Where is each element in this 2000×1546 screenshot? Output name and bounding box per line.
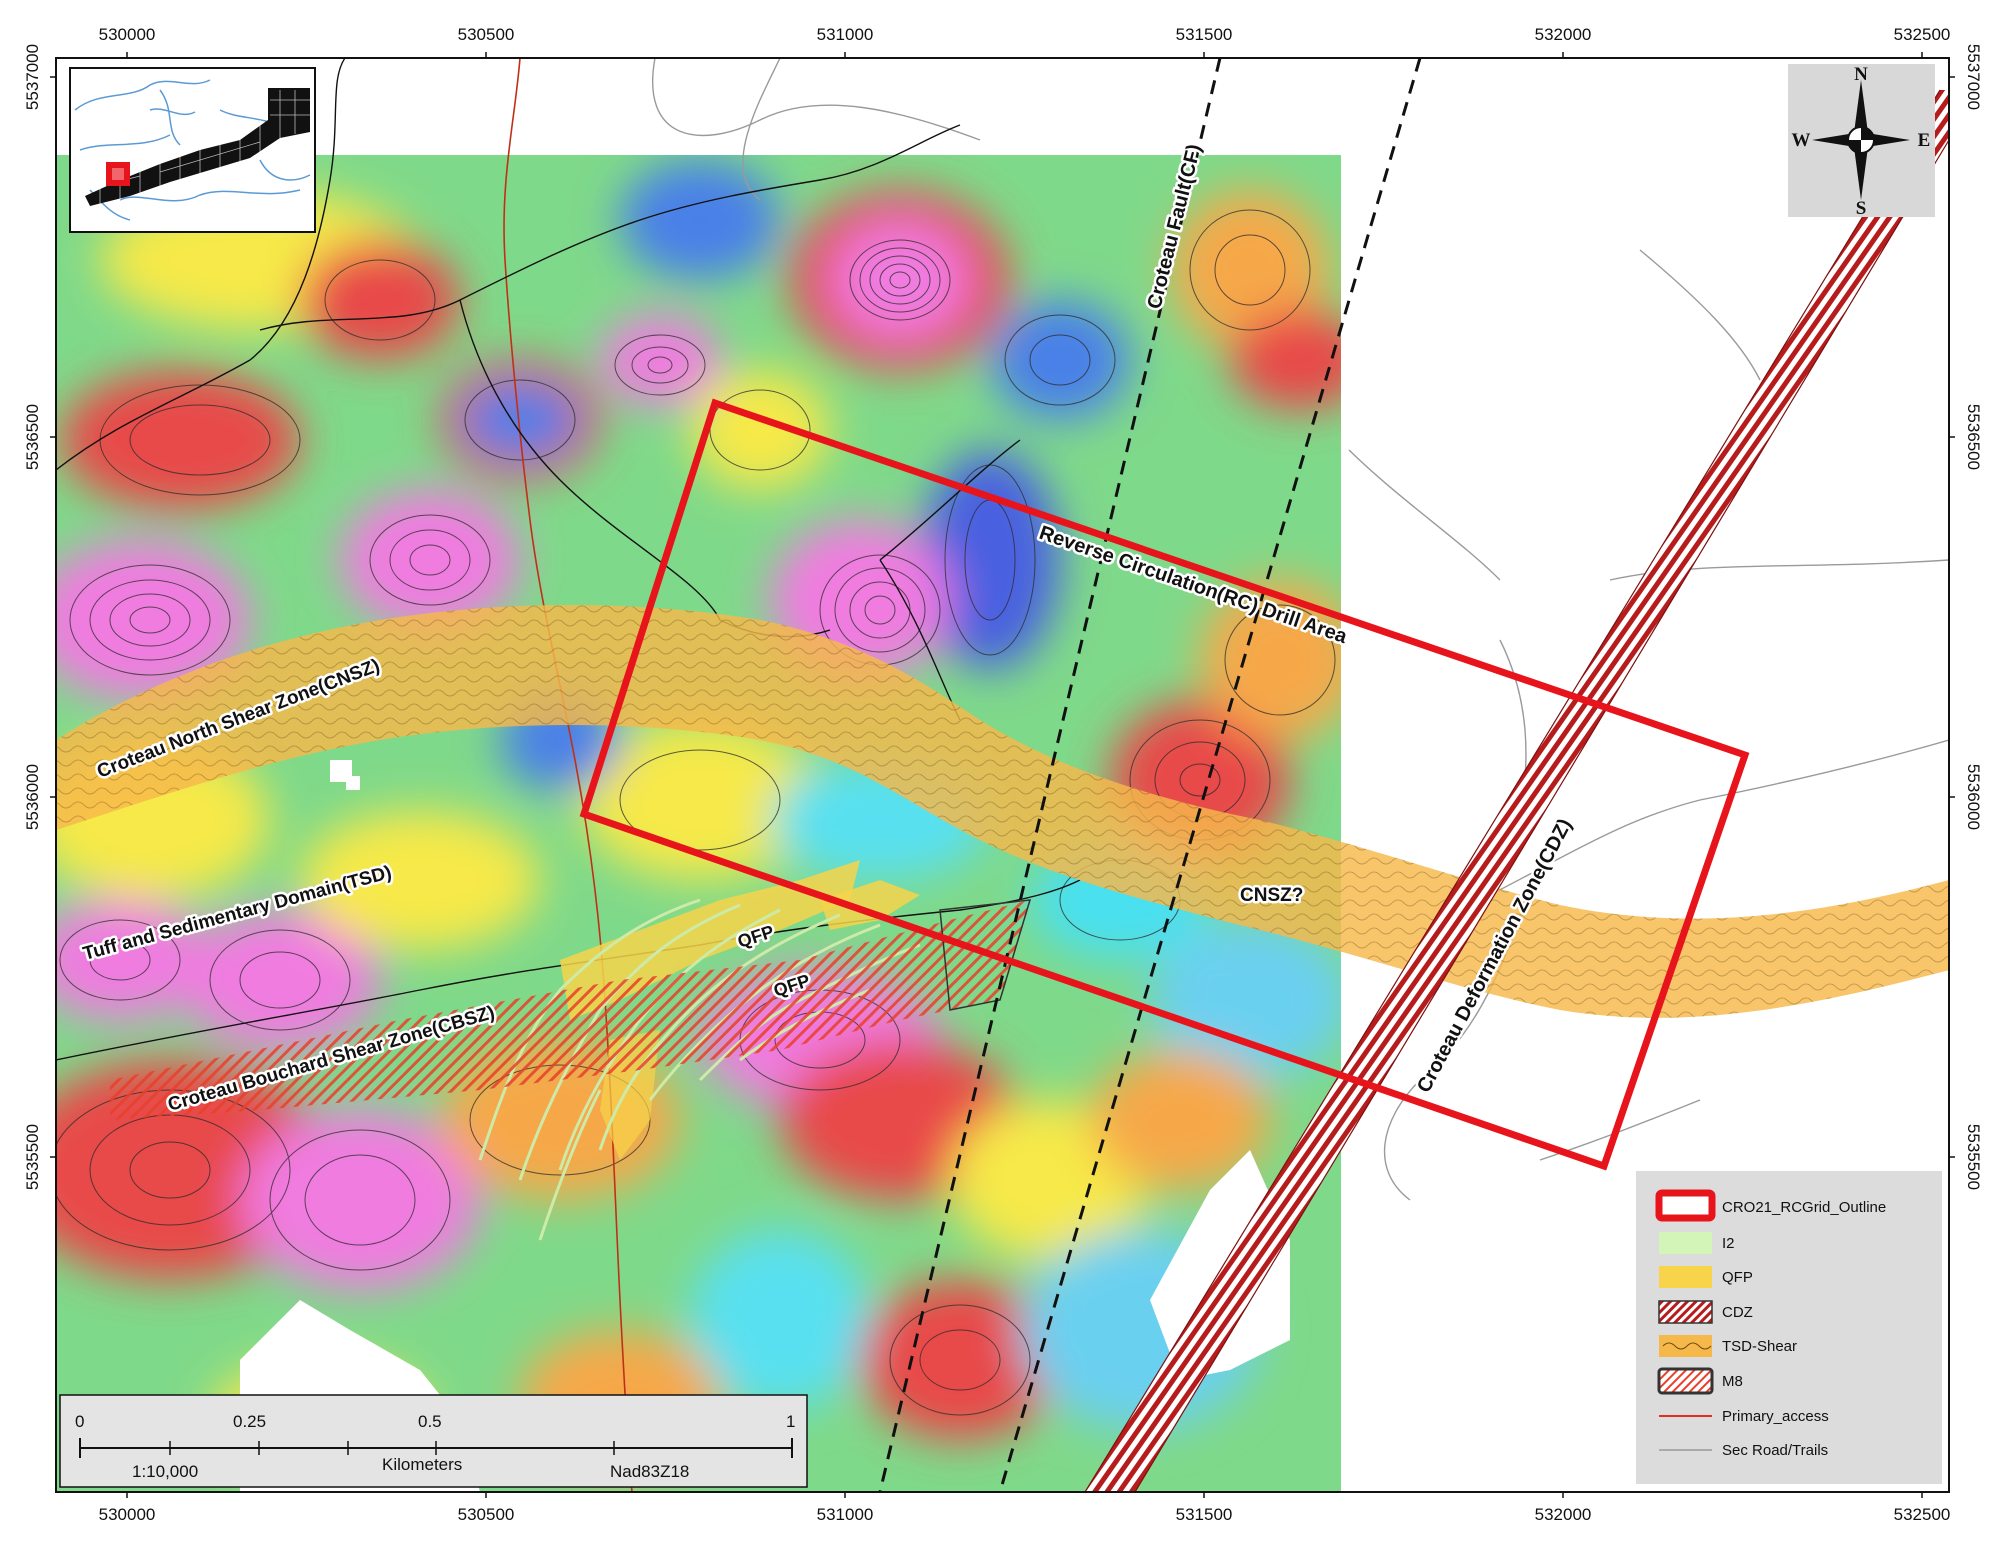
compass-w: W xyxy=(1792,130,1811,151)
y-tick-left-1: 5536500 xyxy=(23,404,42,470)
scale-units: Kilometers xyxy=(382,1455,462,1474)
x-tick-top-0: 530000 xyxy=(99,25,156,44)
legend-swatch-rcgrid xyxy=(1655,1189,1716,1222)
legend-label-rcgrid: CRO21_RCGrid_Outline xyxy=(1722,1199,1886,1216)
y-tick-right-1: 5536500 xyxy=(1964,404,1983,470)
legend-label-cdz: CDZ xyxy=(1722,1304,1753,1321)
legend-swatch-qfp xyxy=(1659,1266,1712,1288)
legend-label-primary-access: Primary_access xyxy=(1722,1408,1829,1425)
compass-e: E xyxy=(1918,130,1931,151)
compass-s: S xyxy=(1856,198,1867,219)
scale-tick-05: 0.5 xyxy=(418,1412,442,1431)
x-tick-bottom-4: 532000 xyxy=(1535,1505,1592,1524)
legend-label-m8: M8 xyxy=(1722,1373,1743,1390)
legend-label-tsd-shear: TSD-Shear xyxy=(1722,1338,1797,1355)
compass-n: N xyxy=(1854,64,1868,85)
y-tick-left-0: 5537000 xyxy=(23,44,42,110)
cnsz-query-label: CNSZ? xyxy=(1240,885,1303,906)
x-tick-top-4: 532000 xyxy=(1535,25,1592,44)
legend: CRO21_RCGrid_Outline I2 QFP CDZ TSD-Shea… xyxy=(1636,1171,1942,1484)
scale-datum: Nad83Z18 xyxy=(610,1462,689,1481)
scale-ratio: 1:10,000 xyxy=(132,1462,198,1481)
x-tick-top-3: 531500 xyxy=(1176,25,1233,44)
x-tick-top-2: 531000 xyxy=(817,25,874,44)
geology-map: Croteau North Shear Zone(CNSZ) Tuff and … xyxy=(23,25,1983,1524)
scale-tick-1: 1 xyxy=(786,1412,795,1431)
legend-label-i2: I2 xyxy=(1722,1235,1735,1252)
x-tick-bottom-0: 530000 xyxy=(99,1505,156,1524)
scale-bar: 0 0.25 0.5 1 1:10,000 Kilometers Nad83Z1… xyxy=(59,1394,808,1488)
y-tick-right-3: 5535500 xyxy=(1964,1124,1983,1190)
y-tick-right-2: 5536000 xyxy=(1964,764,1983,830)
x-tick-top-5: 532500 xyxy=(1894,25,1951,44)
scale-tick-025: 0.25 xyxy=(233,1412,266,1431)
y-tick-right-0: 5537000 xyxy=(1964,44,1983,110)
x-tick-bottom-5: 532500 xyxy=(1894,1505,1951,1524)
legend-swatch-i2 xyxy=(1659,1232,1712,1254)
scale-tick-0: 0 xyxy=(75,1412,84,1431)
legend-label-sec-road: Sec Road/Trails xyxy=(1722,1442,1828,1459)
y-tick-left-3: 5535500 xyxy=(23,1124,42,1190)
y-tick-left-2: 5536000 xyxy=(23,764,42,830)
x-tick-top-1: 530500 xyxy=(458,25,515,44)
legend-swatch-cdz xyxy=(1658,1300,1713,1324)
legend-swatch-m8 xyxy=(1657,1367,1714,1395)
legend-label-qfp: QFP xyxy=(1722,1269,1753,1286)
legend-swatch-tsd-shear xyxy=(1659,1335,1712,1357)
north-arrow-icon: N S W E xyxy=(1788,64,1935,219)
x-tick-bottom-1: 530500 xyxy=(458,1505,515,1524)
x-tick-bottom-3: 531500 xyxy=(1176,1505,1233,1524)
inset-locator-map xyxy=(69,67,316,233)
x-tick-bottom-2: 531000 xyxy=(817,1505,874,1524)
